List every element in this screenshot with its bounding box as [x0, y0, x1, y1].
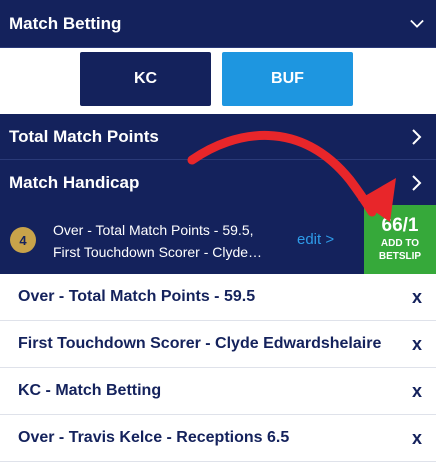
market-match-handicap[interactable]: Match Handicap [0, 160, 436, 206]
add-to-betslip-button[interactable]: 66/1 ADD TO BETSLIP [364, 205, 436, 274]
remove-selection-button[interactable]: x [410, 428, 424, 449]
remove-selection-button[interactable]: x [410, 334, 424, 355]
chevron-right-icon [410, 174, 424, 191]
remove-selection-button[interactable]: x [410, 287, 424, 308]
list-item: KC - Match Betting x [0, 368, 436, 415]
selection-summary-line2: First Touchdown Scorer - Clyde… [53, 244, 263, 260]
market-label: Match Handicap [9, 172, 140, 192]
list-item: Over - Total Match Points - 59.5 x [0, 274, 436, 321]
team-buf-button[interactable]: BUF [222, 52, 353, 106]
bet-builder-bar: 4 Over - Total Match Points - 59.5, Firs… [0, 205, 436, 274]
selection-list: Over - Total Match Points - 59.5 x First… [0, 274, 436, 462]
selection-summary: Over - Total Match Points - 59.5, First … [53, 219, 262, 263]
list-item: Over - Travis Kelce - Receptions 6.5 x [0, 415, 436, 462]
selection-summary-line1: Over - Total Match Points - 59.5, [53, 222, 254, 238]
market-label: Total Match Points [9, 126, 159, 146]
add-to-label: ADD TO [380, 238, 420, 249]
selection-label: Over - Total Match Points - 59.5 [18, 288, 256, 305]
betslip-label: BETSLIP [378, 251, 422, 262]
selection-count-badge: 4 [10, 227, 36, 253]
team-kc-button[interactable]: KC [80, 52, 211, 106]
selection-label: KC - Match Betting [18, 382, 162, 399]
selection-label: Over - Travis Kelce - Receptions 6.5 [18, 429, 290, 446]
list-item: First Touchdown Scorer - Clyde Edwardshe… [0, 321, 436, 368]
selection-label: First Touchdown Scorer - Clyde Edwardshe… [18, 335, 382, 352]
team-selector: KC BUF [0, 48, 436, 118]
chevron-down-icon[interactable] [410, 17, 424, 31]
remove-selection-button[interactable]: x [410, 381, 424, 402]
match-betting-header[interactable]: Match Betting [0, 0, 436, 48]
odds-value: 66/1 [381, 215, 419, 236]
market-total-match-points[interactable]: Total Match Points [0, 114, 436, 160]
chevron-right-icon [410, 128, 424, 145]
edit-link[interactable]: edit > [297, 231, 334, 248]
match-betting-title: Match Betting [9, 13, 122, 33]
